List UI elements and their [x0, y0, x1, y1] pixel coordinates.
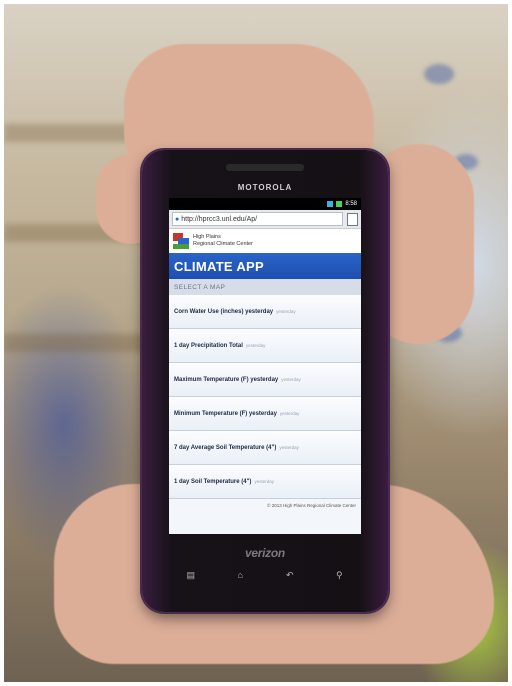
- status-bar: 8:58: [169, 198, 361, 210]
- map-item-label: Maximum Temperature (F) yesterday: [174, 376, 279, 383]
- map-item-sub: yesterday: [281, 377, 301, 382]
- earpiece: [226, 164, 304, 171]
- map-item-7day-soil-temp[interactable]: 7 day Average Soil Temperature (4") yest…: [169, 431, 361, 465]
- globe-icon: ●: [175, 215, 180, 223]
- org-banner[interactable]: High Plains Regional Climate Center: [169, 229, 361, 253]
- map-item-1day-soil-temp[interactable]: 1 day Soil Temperature (4") yesterday: [169, 465, 361, 499]
- map-item-min-temp[interactable]: Minimum Temperature (F) yesterday yester…: [169, 397, 361, 431]
- status-time: 8:58: [345, 201, 357, 207]
- section-label: SELECT A MAP: [169, 279, 361, 295]
- map-item-sub: yesterday: [276, 309, 296, 314]
- map-item-sub: yesterday: [245, 343, 266, 348]
- app-title: CLIMATE APP: [169, 253, 361, 279]
- hprcc-logo-icon: [173, 233, 189, 249]
- hardware-nav-bar: ▤ ⌂ ↶ ⚲: [166, 568, 364, 582]
- phone-screen: 8:58 ● http://hprcc3.unl.edu/Ap/ High Pl…: [169, 198, 361, 534]
- map-item-label: 1 day Precipitation Total: [174, 342, 243, 349]
- map-item-sub: yesterday: [279, 445, 299, 450]
- url-text: http://hprcc3.unl.edu/Ap/: [181, 215, 258, 223]
- map-item-precipitation[interactable]: 1 day Precipitation Total yesterday: [169, 329, 361, 363]
- map-item-label: 1 day Soil Temperature (4"): [174, 478, 252, 485]
- sleeve-pattern: [424, 64, 454, 84]
- carrier-logo: verizon: [245, 546, 285, 560]
- map-item-label: Corn Water Use (inches) yesterday: [174, 308, 274, 315]
- map-item-label: Minimum Temperature (F) yesterday: [174, 410, 277, 417]
- map-item-label: 7 day Average Soil Temperature (4"): [174, 444, 277, 451]
- map-item-corn-water-use[interactable]: Corn Water Use (inches) yesterday yester…: [169, 295, 361, 329]
- map-item-max-temp[interactable]: Maximum Temperature (F) yesterday yester…: [169, 363, 361, 397]
- map-item-sub: yesterday: [279, 411, 300, 416]
- map-item-sub: yesterday: [254, 479, 274, 484]
- brand-label: MOTOROLA: [237, 183, 293, 192]
- org-name-line1: High Plains: [193, 234, 221, 240]
- org-name: High Plains Regional Climate Center: [193, 234, 253, 248]
- wifi-icon: [327, 201, 334, 207]
- smartphone: MOTOROLA 8:58 ● http://hprcc3.unl.edu/Ap…: [142, 150, 388, 612]
- copyright-footer: © 2013 High Plains Regional Climate Cent…: [267, 503, 356, 508]
- url-field[interactable]: ● http://hprcc3.unl.edu/Ap/: [172, 212, 343, 226]
- battery-icon: [336, 201, 343, 207]
- home-icon[interactable]: ⌂: [230, 570, 250, 580]
- back-icon[interactable]: ↶: [280, 570, 300, 581]
- org-name-line2: Regional Climate Center: [193, 241, 253, 247]
- menu-icon[interactable]: ▤: [181, 570, 201, 581]
- search-icon[interactable]: ⚲: [329, 570, 349, 581]
- bookmark-icon[interactable]: [347, 212, 358, 226]
- browser-toolbar: ● http://hprcc3.unl.edu/Ap/: [169, 210, 361, 229]
